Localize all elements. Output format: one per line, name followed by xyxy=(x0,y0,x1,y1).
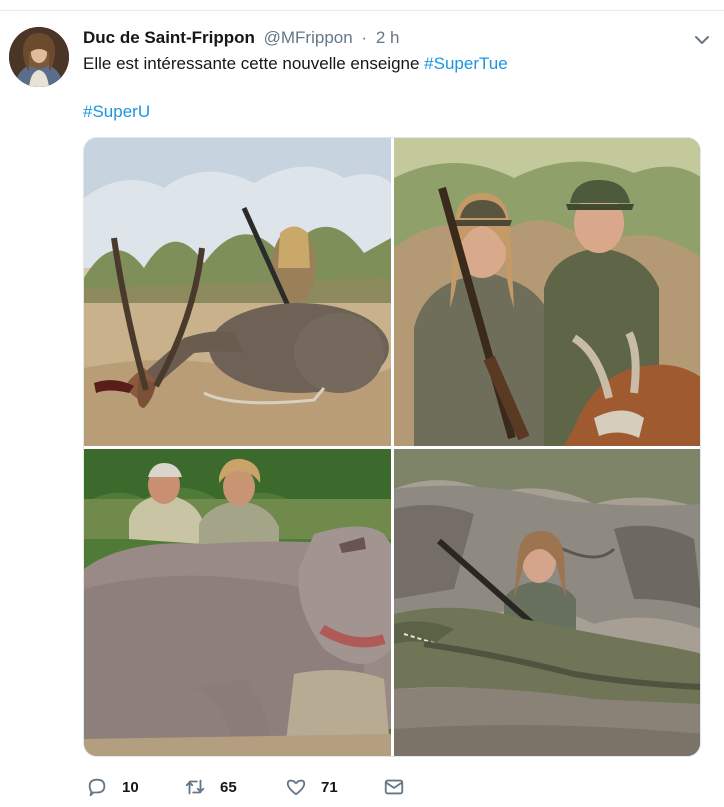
photo-grid xyxy=(83,137,701,757)
photo-3[interactable] xyxy=(84,449,391,756)
hashtag-link-superu[interactable]: #SuperU xyxy=(83,102,150,121)
avatar[interactable] xyxy=(9,27,69,87)
tweet-text: Elle est intéressante cette nouvelle ens… xyxy=(83,53,508,75)
photo-4[interactable] xyxy=(394,449,700,756)
tweet-card[interactable]: Duc de Saint-Frippon @MFrippon · 2 h Ell… xyxy=(0,0,724,807)
author-name[interactable]: Duc de Saint-Frippon xyxy=(83,28,255,47)
header-separator: · xyxy=(361,28,368,47)
speech-bubble-icon xyxy=(86,776,108,798)
like-button[interactable]: 71 xyxy=(285,776,338,798)
retweet-count: 65 xyxy=(220,778,237,796)
heart-icon xyxy=(285,776,307,798)
tweet-timestamp[interactable]: 2 h xyxy=(376,28,400,47)
envelope-icon xyxy=(383,776,405,798)
reply-count: 10 xyxy=(122,778,139,796)
divider xyxy=(0,10,724,11)
like-count: 71 xyxy=(321,778,338,796)
photo-2[interactable] xyxy=(394,138,700,446)
tweet-text-body: Elle est intéressante cette nouvelle ens… xyxy=(83,54,425,73)
tweet-header: Duc de Saint-Frippon @MFrippon · 2 h xyxy=(83,28,399,48)
author-handle[interactable]: @MFrippon xyxy=(264,28,353,47)
retweet-arrows-icon xyxy=(184,776,206,798)
retweet-button[interactable]: 65 xyxy=(184,776,237,798)
direct-message-button[interactable] xyxy=(383,776,405,798)
photo-1[interactable] xyxy=(84,138,391,446)
reply-button[interactable]: 10 xyxy=(86,776,139,798)
tweet-text-line2: #SuperU xyxy=(83,101,150,123)
action-bar: 10 65 71 xyxy=(83,776,483,802)
chevron-down-icon[interactable] xyxy=(692,30,712,50)
hashtag-link-supertue[interactable]: #SuperTue xyxy=(424,54,507,73)
